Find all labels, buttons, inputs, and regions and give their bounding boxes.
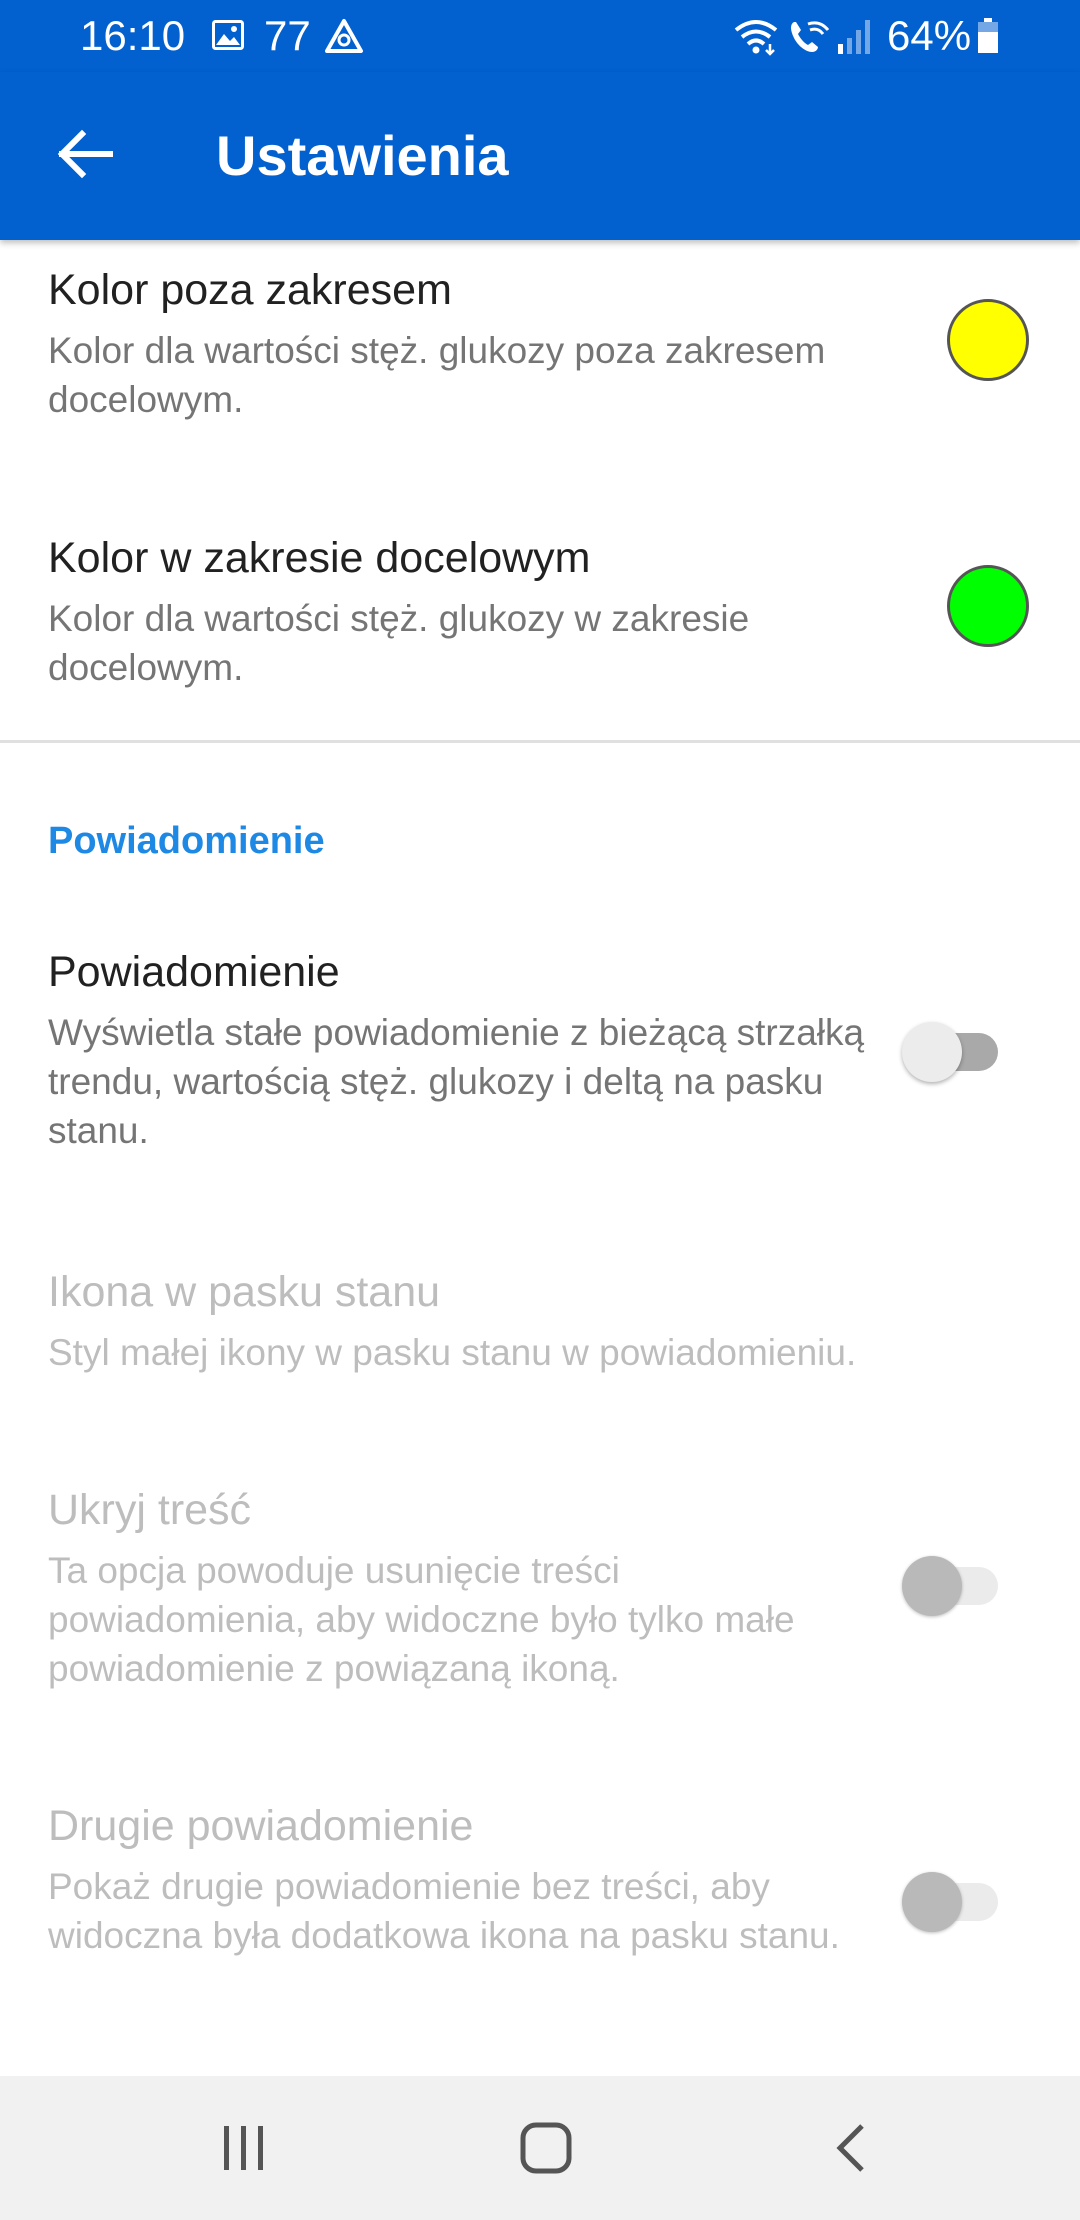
second-notification-toggle[interactable] (900, 1872, 1000, 1932)
pref-title: Kolor poza zakresem (48, 266, 452, 314)
pref-summary: Wyświetla stałe powiadomienie z bieżącą … (48, 1012, 865, 1151)
pref-summary: Styl małej ikony w pasku stanu w powiado… (48, 1332, 857, 1373)
hide-content-toggle[interactable] (900, 1556, 1000, 1616)
pref-out-of-range-color[interactable]: Kolor poza zakresem Kolor dla wartości s… (0, 240, 1080, 460)
recent-apps-icon[interactable] (218, 2122, 270, 2174)
pref-title: Ukryj treść (48, 1486, 252, 1534)
pref-summary: Kolor dla wartości stęż. glukozy w zakre… (48, 598, 750, 688)
pref-title: Kolor w zakresie docelowym (48, 534, 591, 582)
pref-in-range-color[interactable]: Kolor w zakresie docelowym Kolor dla war… (0, 508, 1080, 728)
switch-thumb (902, 1872, 962, 1932)
battery-icon (978, 18, 998, 53)
pref-summary: Ta opcja powoduje usunięcie treści powia… (48, 1550, 795, 1689)
wifi-icon (734, 20, 778, 56)
color-swatch-yellow[interactable] (947, 299, 1029, 381)
app-bar: Ustawienia (0, 72, 1080, 240)
notification-count: 77 (264, 12, 311, 59)
alert-triangle-icon (325, 19, 363, 53)
pref-title: Powiadomienie (48, 948, 340, 996)
pref-hide-content[interactable]: Ukryj treść Ta opcja powoduje usunięcie … (0, 1460, 1080, 1710)
pref-notification[interactable]: Powiadomienie Wyświetla stałe powiadomie… (0, 920, 1080, 1180)
switch-thumb (902, 1022, 962, 1082)
image-icon (212, 20, 244, 50)
page-title: Ustawienia (216, 124, 509, 187)
color-swatch-green[interactable] (947, 565, 1029, 647)
status-bar: 16:10 77 64% (0, 0, 1080, 72)
pref-second-notification[interactable]: Drugie powiadomienie Pokaż drugie powiad… (0, 1776, 1080, 2026)
pref-summary: Pokaż drugie powiadomienie bez treści, a… (48, 1866, 840, 1956)
notification-toggle[interactable] (900, 1022, 1000, 1082)
pref-title: Drugie powiadomienie (48, 1802, 474, 1850)
switch-thumb (902, 1556, 962, 1616)
navigation-bar (0, 2076, 1080, 2220)
home-icon[interactable] (518, 2120, 574, 2176)
signal-icon (838, 20, 870, 54)
pref-status-icon[interactable]: Ikona w pasku stanu Styl małej ikony w p… (0, 1242, 1080, 1412)
back-icon[interactable] (826, 2122, 878, 2174)
pref-summary: Kolor dla wartości stęż. glukozy poza za… (48, 330, 826, 420)
wifi-call-icon (791, 21, 830, 52)
arrow-left-icon[interactable] (48, 116, 124, 192)
pref-title: Ikona w pasku stanu (48, 1268, 441, 1316)
battery-percent: 64% (887, 12, 972, 59)
divider (0, 740, 1080, 743)
category-title: Powiadomienie (48, 820, 325, 862)
status-time: 16:10 (80, 12, 186, 59)
